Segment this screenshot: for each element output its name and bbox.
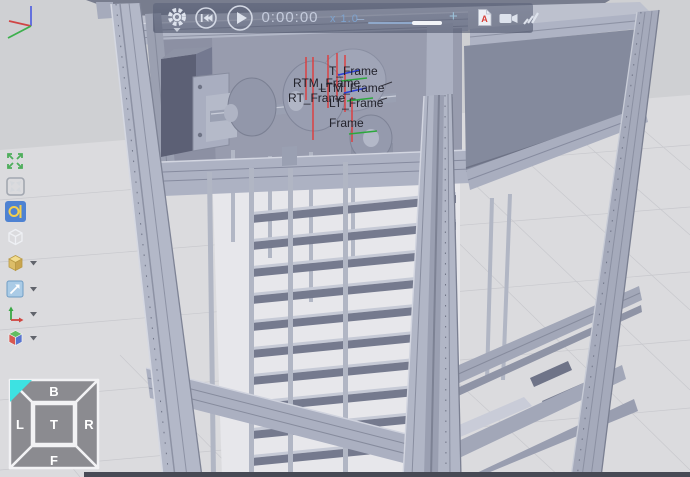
speed-slider[interactable]: [368, 22, 442, 24]
record-video-icon[interactable]: [499, 11, 518, 26]
frame-label-base: Frame: [329, 116, 364, 130]
viewcube-label-back: B: [49, 384, 58, 399]
speed-decrease[interactable]: –: [357, 11, 364, 26]
dropdown-arrow-icon: [30, 312, 37, 317]
world-axes-gizmo: [2, 2, 42, 42]
viewcube-label-front: F: [50, 453, 58, 468]
dropdown-arrow-icon: [30, 287, 37, 292]
window-bottom-edge: [84, 472, 690, 477]
play-button[interactable]: [227, 5, 253, 31]
speed-slider-thumb[interactable]: [412, 21, 442, 25]
fit-view-button[interactable]: [4, 175, 38, 199]
stream-icon[interactable]: [521, 8, 539, 28]
simulation-time: 0:00:00: [257, 9, 323, 26]
camera-projection-button[interactable]: [4, 200, 38, 224]
view-cube: B L T R F: [8, 378, 100, 470]
speed-increase[interactable]: +: [449, 8, 458, 25]
shading-mode-button[interactable]: [4, 252, 38, 276]
simulation-viewer-window: T_Frame RTM_Frame LTM_Frame RT_Frame LT_…: [0, 0, 690, 477]
frame-label-lt: LT_Frame: [329, 96, 383, 110]
expand-view-button[interactable]: [4, 150, 38, 174]
speed-multiplier: x 1.0: [330, 13, 359, 25]
dropdown-arrow-icon: [30, 336, 37, 341]
export-pdf-icon[interactable]: A: [477, 8, 493, 27]
viewcube-label-right: R: [84, 417, 94, 432]
settings-gear-icon[interactable]: [167, 7, 187, 33]
skip-to-start-button[interactable]: [195, 7, 217, 29]
wireframe-cube-button[interactable]: [4, 226, 38, 250]
orientation-cube-button[interactable]: [4, 327, 38, 351]
playback-toolbar: 0:00:00 x 1.0 – + A: [153, 3, 533, 33]
viewcube-label-left: L: [16, 417, 24, 432]
plane-view-button[interactable]: [4, 278, 38, 302]
viewcube-label-top: T: [50, 417, 58, 432]
frames-toggle-button[interactable]: [4, 303, 38, 327]
svg-text:A: A: [481, 14, 488, 24]
dropdown-arrow-icon: [30, 261, 37, 266]
